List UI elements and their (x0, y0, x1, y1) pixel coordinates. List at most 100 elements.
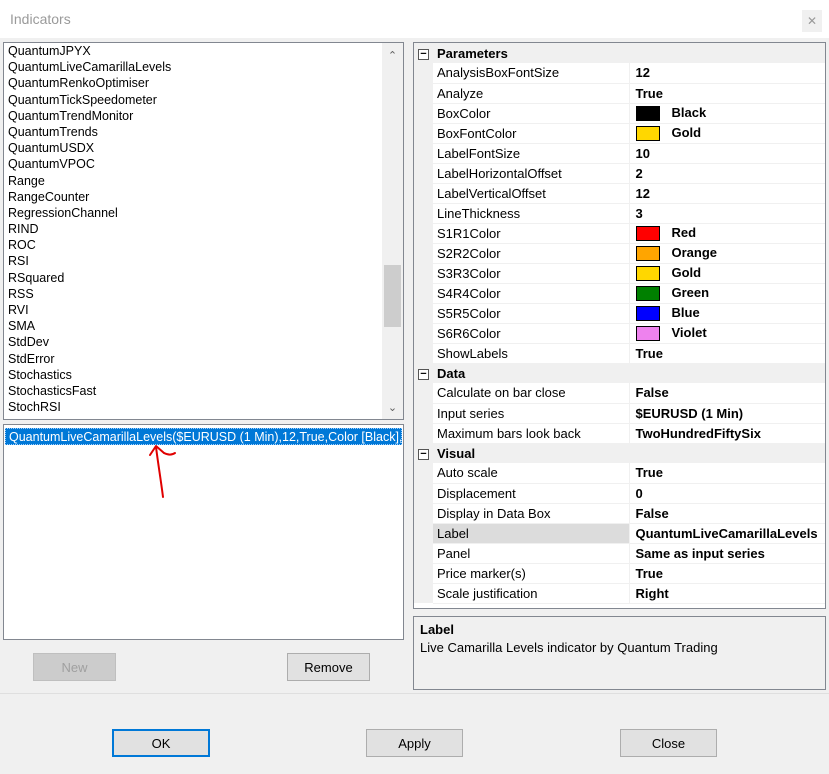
property-value[interactable]: Black (629, 103, 825, 124)
indicator-list[interactable]: QuantumJPYX QuantumLiveCamarillaLevels Qua… (3, 42, 404, 420)
close-icon[interactable]: ✕ (802, 10, 822, 32)
property-value[interactable]: True (629, 463, 825, 484)
indicator-list-item[interactable]: RangeCounter (4, 189, 382, 205)
property-value[interactable]: Gold (629, 123, 825, 144)
indicator-list-item[interactable]: RVI (4, 302, 382, 318)
indicator-list-item[interactable]: Stochastics (4, 367, 382, 383)
collapse-icon[interactable]: − (418, 448, 429, 460)
property-row[interactable]: Scale justification Right (414, 583, 825, 604)
indicator-list-item[interactable]: StdDev (4, 334, 382, 350)
property-row[interactable]: Price marker(s) True (414, 563, 825, 584)
property-row[interactable]: Display in Data Box False (414, 503, 825, 524)
property-value[interactable]: False (629, 383, 825, 404)
property-row[interactable]: ShowLabels True (414, 343, 825, 364)
indicator-list-item[interactable]: QuantumTickSpeedometer (4, 92, 382, 108)
collapse-icon[interactable]: − (418, 48, 429, 60)
indicator-list-item[interactable]: QuantumJPYX (4, 43, 382, 59)
indicator-list-item[interactable]: SMA (4, 318, 382, 334)
indicator-list-item[interactable]: RSS (4, 286, 382, 302)
property-value[interactable]: Blue (629, 303, 825, 324)
property-row[interactable]: S2R2Color Orange (414, 243, 825, 264)
indicator-list-item[interactable]: QuantumUSDX (4, 140, 382, 156)
property-row[interactable]: Analyze True (414, 83, 825, 104)
indicator-list-item[interactable]: ROC (4, 237, 382, 253)
property-row[interactable]: LabelFontSize 10 (414, 143, 825, 164)
property-row[interactable]: S4R4Color Green (414, 283, 825, 304)
property-row[interactable]: BoxFontColor Gold (414, 123, 825, 144)
category-parameters[interactable]: − Parameters (414, 43, 825, 63)
scroll-up-icon[interactable]: ⌃ (382, 45, 403, 65)
configured-indicator-item[interactable]: QuantumLiveCamarillaLevels($EURUSD (1 Mi… (5, 428, 402, 445)
indicator-list-item[interactable]: QuantumVPOC (4, 156, 382, 172)
property-value[interactable]: Violet (629, 323, 825, 344)
property-value[interactable]: $EURUSD (1 Min) (629, 403, 825, 424)
property-value[interactable]: True (629, 343, 825, 364)
indicator-list-item[interactable]: QuantumTrends (4, 124, 382, 140)
property-value[interactable]: 10 (629, 143, 825, 164)
indicator-list-item[interactable]: RIND (4, 221, 382, 237)
collapse-icon[interactable]: − (418, 368, 429, 380)
apply-button[interactable]: Apply (366, 729, 463, 757)
property-row[interactable]: Label QuantumLiveCamarillaLevels (414, 523, 825, 544)
property-row[interactable]: S3R3Color Gold (414, 263, 825, 284)
new-button[interactable]: New (33, 653, 116, 681)
ok-button[interactable]: OK (112, 729, 210, 757)
property-value[interactable]: False (629, 503, 825, 524)
property-value[interactable]: 3 (629, 203, 825, 224)
property-row[interactable]: LabelHorizontalOffset 2 (414, 163, 825, 184)
indicator-list-item[interactable]: StdError (4, 351, 382, 367)
property-row[interactable]: S6R6Color Violet (414, 323, 825, 344)
property-value[interactable]: Gold (629, 263, 825, 284)
property-name: Label (433, 523, 630, 544)
property-value[interactable]: Red (629, 223, 825, 244)
close-button[interactable]: Close (620, 729, 717, 757)
property-row[interactable]: LineThickness 3 (414, 203, 825, 224)
category-visual[interactable]: − Visual (414, 443, 825, 463)
property-table: − Parameters AnalysisBoxFontSize 12 Analyze T… (414, 43, 825, 604)
indicator-list-item[interactable]: RSquared (4, 270, 382, 286)
property-row[interactable]: BoxColor Black (414, 103, 825, 124)
property-value[interactable]: Right (629, 583, 825, 604)
property-row[interactable]: S5R5Color Blue (414, 303, 825, 324)
property-row[interactable]: Maximum bars look back TwoHundredFiftySix (414, 423, 825, 444)
property-value[interactable]: Orange (629, 243, 825, 264)
property-value[interactable]: 12 (629, 63, 825, 84)
indicator-list-item[interactable]: StochasticsFast (4, 383, 382, 399)
indicator-list-item[interactable]: QuantumTrendMonitor (4, 108, 382, 124)
indicator-list-item[interactable]: StochRSI (4, 399, 382, 415)
row-gutter (414, 123, 433, 143)
property-row[interactable]: AnalysisBoxFontSize 12 (414, 63, 825, 84)
property-value[interactable]: True (629, 563, 825, 584)
scroll-down-icon[interactable]: ⌄ (382, 397, 403, 417)
property-value[interactable]: Green (629, 283, 825, 304)
property-row[interactable]: S1R1Color Red (414, 223, 825, 244)
property-grid[interactable]: − Parameters AnalysisBoxFontSize 12 Analyze T… (413, 42, 826, 609)
property-row[interactable]: Panel Same as input series (414, 543, 825, 564)
property-row[interactable]: Auto scale True (414, 463, 825, 484)
category-data[interactable]: − Data (414, 363, 825, 383)
property-value[interactable]: 0 (629, 483, 825, 504)
property-row[interactable]: Displacement 0 (414, 483, 825, 504)
remove-button[interactable]: Remove (287, 653, 370, 681)
property-value[interactable]: True (629, 83, 825, 104)
property-name: LineThickness (433, 203, 630, 224)
indicator-list-scrollbar[interactable]: ⌃ ⌄ (382, 43, 403, 419)
indicator-list-item[interactable]: RSI (4, 253, 382, 269)
configured-indicators-list[interactable]: QuantumLiveCamarillaLevels($EURUSD (1 Mi… (3, 424, 404, 640)
indicator-list-item[interactable]: QuantumLiveCamarillaLevels (4, 59, 382, 75)
property-row[interactable]: Input series $EURUSD (1 Min) (414, 403, 825, 424)
property-row[interactable]: LabelVerticalOffset 12 (414, 183, 825, 204)
indicator-list-item[interactable]: RegressionChannel (4, 205, 382, 221)
property-value[interactable]: Same as input series (629, 543, 825, 564)
indicator-list-item[interactable]: Range (4, 173, 382, 189)
indicator-list-item[interactable]: QuantumRenkoOptimiser (4, 75, 382, 91)
property-value[interactable]: QuantumLiveCamarillaLevels (629, 523, 825, 544)
property-name: LabelFontSize (433, 143, 630, 164)
property-value[interactable]: TwoHundredFiftySix (629, 423, 825, 444)
row-gutter (414, 543, 433, 563)
indicator-list-items: QuantumJPYX QuantumLiveCamarillaLevels Qua… (4, 43, 382, 415)
property-row[interactable]: Calculate on bar close False (414, 383, 825, 404)
property-value[interactable]: 12 (629, 183, 825, 204)
scroll-thumb[interactable] (384, 265, 401, 327)
property-value[interactable]: 2 (629, 163, 825, 184)
